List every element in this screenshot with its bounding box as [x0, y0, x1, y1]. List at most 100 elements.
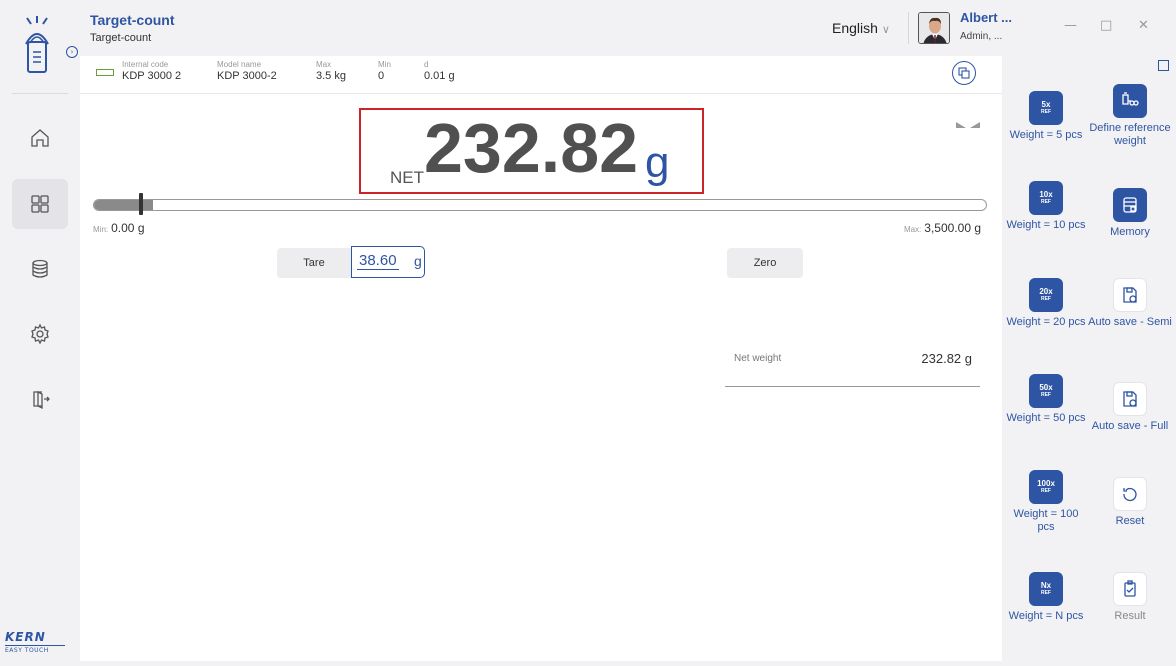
close-window-button[interactable]: ✕	[1138, 18, 1149, 33]
auto-save-full-icon	[1113, 382, 1147, 416]
copy-button[interactable]	[952, 61, 976, 85]
weight-50-pcs-button[interactable]: 50x REF Weight = 50 pcs	[1004, 374, 1088, 425]
weight-value: 232.82	[424, 109, 639, 187]
max-label: Max	[316, 60, 332, 69]
collapse-sidebar-button[interactable]: ›	[66, 46, 78, 58]
kern-brand-logo: KERN EASY TOUCH	[5, 630, 65, 654]
sidebar-item-logout[interactable]	[12, 374, 68, 424]
net-weight-value: 232.82 g	[921, 351, 972, 366]
weight-10-pcs-button[interactable]: 10x REF Weight = 10 pcs	[1004, 181, 1088, 232]
user-name[interactable]: Albert ...	[960, 10, 1012, 25]
net-indicator: NET	[390, 168, 424, 187]
ref-20x-icon: 20x REF	[1029, 278, 1063, 312]
user-role: Admin, ...	[960, 31, 1003, 42]
sidebar-item-settings[interactable]	[12, 309, 68, 359]
weight-n-pcs-button[interactable]: Nx REF Weight = N pcs	[1004, 572, 1088, 623]
weight-20-pcs-button[interactable]: 20x REF Weight = 20 pcs	[1004, 278, 1088, 329]
weight-50-pcs-label: Weight = 50 pcs	[1006, 412, 1086, 424]
capacity-max-value: 3,500.00 g	[924, 221, 981, 235]
minimize-window-button[interactable]: —	[1064, 18, 1077, 33]
expand-icon[interactable]	[1158, 60, 1169, 71]
weighing-panel: Internal code KDP 3000 2 Model name KDP …	[80, 56, 1002, 661]
capacity-bar	[93, 199, 987, 211]
net-weight-divider	[725, 386, 980, 387]
capacity-min-value: 0.00 g	[111, 221, 145, 235]
user-portrait-icon	[919, 13, 949, 43]
result-label: Result	[1114, 610, 1146, 622]
memory-label: Memory	[1110, 226, 1150, 238]
define-reference-weight-button[interactable]: Define reference weight	[1088, 84, 1172, 148]
d-value: 0.01 g	[424, 70, 455, 82]
apps-grid-icon	[31, 195, 49, 213]
model-name-label: Model name	[217, 60, 262, 69]
brand-tagline: EASY TOUCH	[5, 647, 49, 654]
gear-icon	[31, 323, 49, 345]
auto-save-semi-label: Auto save - Semi	[1088, 316, 1172, 328]
model-name-info: Model name KDP 3000-2	[217, 60, 277, 82]
ref-100x-icon: 100x REF	[1029, 470, 1063, 504]
stability-indicator-icon	[956, 122, 980, 128]
balance-scale-icon	[96, 69, 114, 76]
min-label: Min	[378, 60, 391, 69]
scale-info-bar: Internal code KDP 3000 2 Model name KDP …	[80, 56, 1002, 94]
database-icon	[32, 259, 48, 278]
result-icon	[1113, 572, 1147, 606]
result-button[interactable]: Result	[1088, 572, 1172, 623]
auto-save-full-button[interactable]: Auto save - Full	[1088, 382, 1172, 433]
kern-device-logo-icon	[25, 16, 49, 73]
chevron-down-icon: ∨	[881, 24, 890, 36]
weight-n-pcs-label: Weight = N pcs	[1008, 610, 1084, 622]
ref-50x-icon: 50x REF	[1029, 374, 1063, 408]
capacity-min-label: Min:	[93, 225, 109, 234]
reset-button[interactable]: Reset	[1088, 477, 1172, 528]
maximize-window-button[interactable]: □	[1100, 18, 1112, 33]
page-title: Target-count	[90, 12, 175, 28]
language-label: English	[832, 20, 878, 36]
auto-save-semi-button[interactable]: Auto save - Semi	[1088, 278, 1172, 329]
avatar[interactable]	[918, 12, 950, 44]
language-selector[interactable]: English ∨	[832, 20, 890, 36]
max-capacity-info: Max 3.5 kg	[316, 60, 346, 82]
reset-icon	[1113, 477, 1147, 511]
define-reference-icon	[1113, 84, 1147, 118]
zero-button[interactable]: Zero	[727, 248, 803, 278]
header-divider	[908, 12, 909, 44]
define-reference-weight-label: Define reference weight	[1089, 122, 1171, 147]
memory-button[interactable]: Memory	[1088, 188, 1172, 239]
min-capacity-info: Min 0	[378, 60, 391, 82]
sidebar-item-applications[interactable]	[12, 179, 68, 229]
capacity-min: Min: 0.00 g	[93, 221, 145, 235]
net-weight-label: Net weight	[734, 353, 782, 364]
sidebar-item-database[interactable]	[12, 244, 68, 294]
capacity-max: Max: 3,500.00 g	[904, 221, 981, 235]
tare-input[interactable]: 38.60 g	[351, 246, 425, 278]
weight-100-pcs-button[interactable]: 100x REF Weight = 100 pcs	[1004, 470, 1088, 534]
weight-100-pcs-label: Weight = 100 pcs	[1013, 508, 1079, 533]
auto-save-full-label: Auto save - Full	[1091, 420, 1169, 432]
reset-label: Reset	[1115, 515, 1145, 527]
auto-save-semi-icon	[1113, 278, 1147, 312]
logout-icon	[33, 390, 50, 410]
home-icon	[31, 129, 49, 147]
ref-10x-icon: 10x REF	[1029, 181, 1063, 215]
app-window: › KERN EASY TOUCH Target-count Target-co…	[0, 0, 1176, 666]
capacity-max-label: Max:	[903, 225, 922, 234]
sidebar-divider	[12, 93, 68, 94]
function-panel: 5x REF Weight = 5 pcs Define reference we…	[1006, 56, 1176, 666]
max-value: 3.5 kg	[316, 70, 346, 82]
ref-nx-icon: Nx REF	[1029, 572, 1063, 606]
weight-5-pcs-button[interactable]: 5x REF Weight = 5 pcs	[1004, 91, 1088, 142]
weight-unit: g	[645, 138, 670, 187]
internal-code-value: KDP 3000 2	[122, 70, 182, 82]
memory-icon	[1113, 188, 1147, 222]
model-name-value: KDP 3000-2	[217, 70, 277, 82]
tare-button[interactable]: Tare	[277, 248, 351, 278]
sidebar-item-home[interactable]	[12, 113, 68, 163]
page-subtitle: Target-count	[90, 32, 152, 44]
internal-code-label: Internal code	[122, 60, 169, 69]
weight-10-pcs-label: Weight = 10 pcs	[1006, 219, 1086, 231]
tare-value: 38.60	[357, 252, 399, 270]
ref-5x-icon: 5x REF	[1029, 91, 1063, 125]
sidebar: › KERN EASY TOUCH	[0, 0, 80, 666]
min-value: 0	[378, 70, 385, 82]
